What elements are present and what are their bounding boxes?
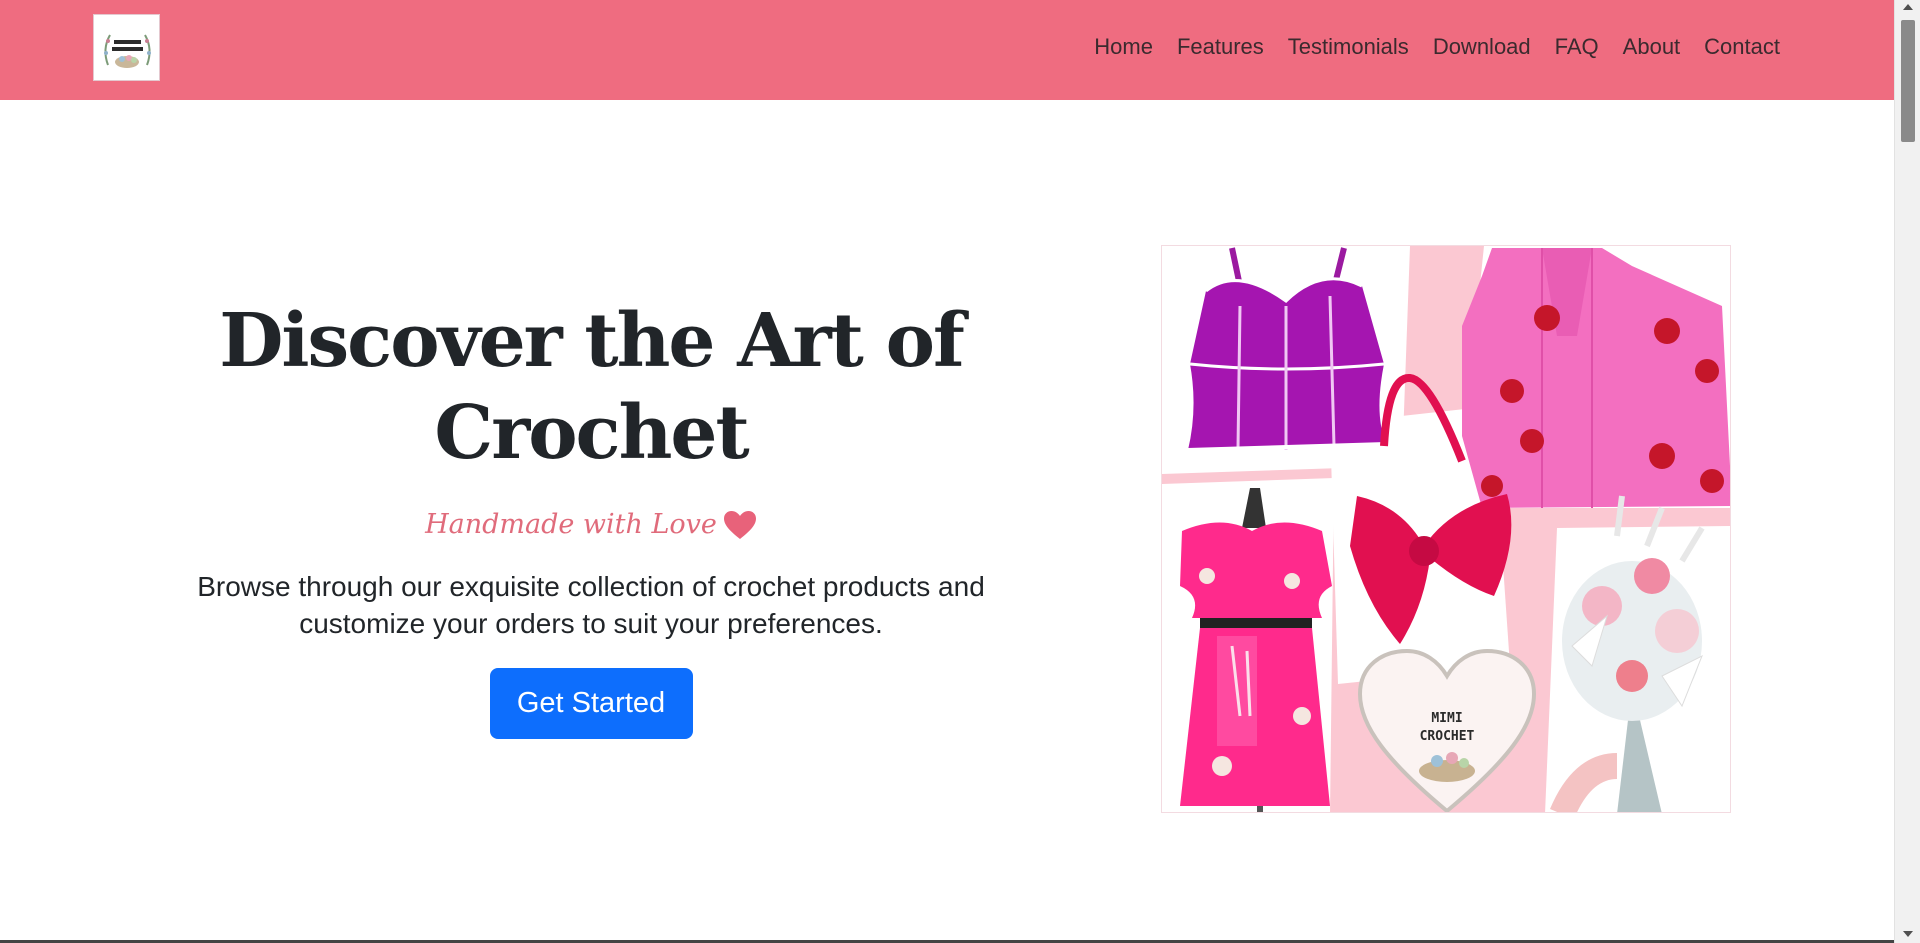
nav-link-home[interactable]: Home: [1082, 31, 1165, 63]
vertical-scrollbar[interactable]: [1894, 0, 1920, 943]
hero-description: Browse through our exquisite collection …: [197, 571, 985, 639]
main-nav: Home Features Testimonials Download FAQ …: [1082, 31, 1792, 63]
scrollbar-thumb[interactable]: [1901, 20, 1915, 142]
hero-section: Discover the Art of Crochet Handmade wit…: [150, 295, 1032, 739]
nav-link-download[interactable]: Download: [1421, 31, 1543, 63]
tagline-text: Handmade with Love: [425, 509, 717, 540]
badge-line-1: MIMI: [1431, 711, 1462, 726]
brand-logo[interactable]: [93, 14, 160, 81]
heart-icon: [723, 510, 756, 539]
get-started-button[interactable]: Get Started: [489, 668, 693, 739]
scroll-up-arrow-icon[interactable]: [1903, 4, 1913, 10]
scroll-down-arrow-icon[interactable]: [1903, 931, 1913, 937]
nav-link-faq[interactable]: FAQ: [1543, 31, 1611, 63]
nav-link-about[interactable]: About: [1611, 31, 1693, 63]
product-collage-image: MIMI CROCHET: [1161, 245, 1731, 813]
navbar: Home Features Testimonials Download FAQ …: [0, 0, 1894, 100]
logo-image: [94, 15, 159, 80]
nav-link-contact[interactable]: Contact: [1692, 31, 1792, 63]
hero-title: Discover the Art of Crochet: [219, 298, 965, 476]
nav-link-testimonials[interactable]: Testimonials: [1276, 31, 1421, 63]
nav-link-features[interactable]: Features: [1165, 31, 1276, 63]
badge-line-2: CROCHET: [1420, 729, 1475, 744]
hero-tagline: Handmade with Love: [425, 509, 757, 540]
